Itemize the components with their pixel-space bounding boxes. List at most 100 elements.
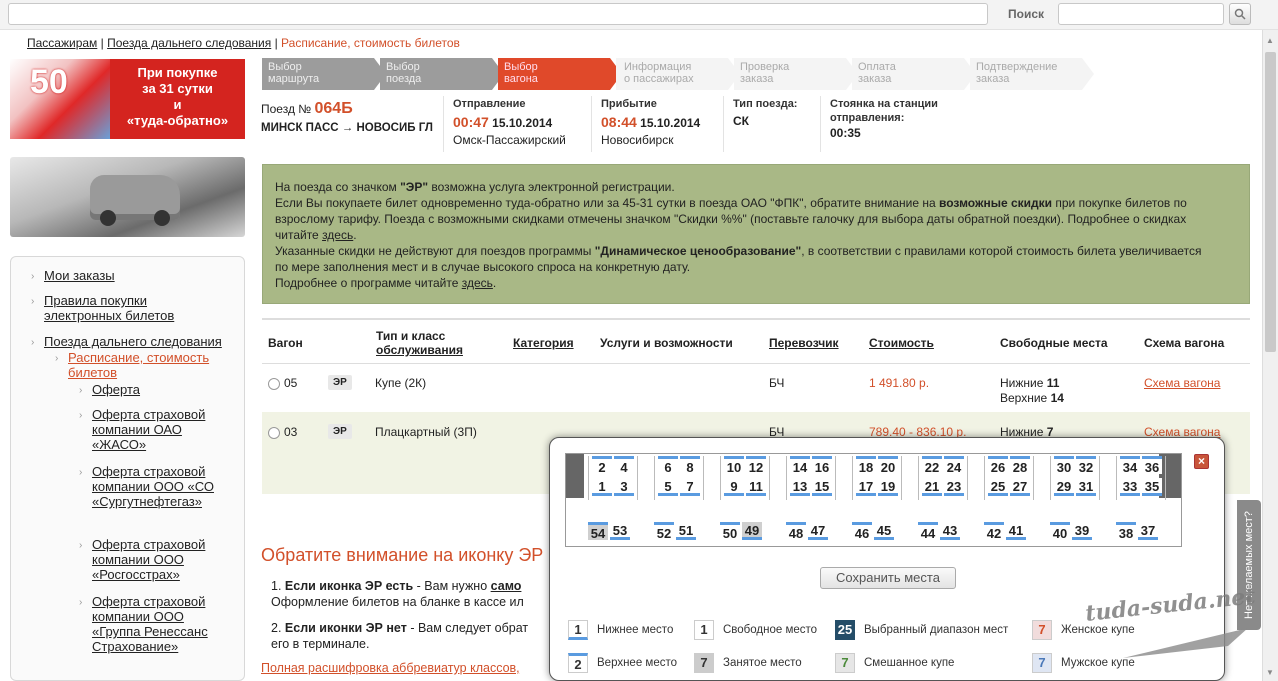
discount-details-link[interactable]: здесь	[322, 228, 353, 242]
seat[interactable]: 13	[790, 478, 810, 496]
seat[interactable]: 44	[918, 522, 938, 541]
step-train[interactable]: Выбор поезда	[380, 58, 504, 90]
seat[interactable]: 10	[724, 456, 744, 475]
scroll-up-icon[interactable]: ▲	[1266, 36, 1274, 45]
seat[interactable]: 18	[856, 456, 876, 475]
seat[interactable]: 11	[746, 478, 766, 496]
abbreviations-link[interactable]: Полная расшифровка аббревиатур классов,	[261, 661, 520, 675]
seat[interactable]: 39	[1072, 522, 1092, 540]
seat[interactable]: 4	[614, 456, 634, 475]
seat[interactable]: 24	[944, 456, 964, 475]
side-compartment: 54 53	[588, 522, 638, 544]
seat[interactable]: 15	[812, 478, 832, 496]
seat[interactable]: 16	[812, 456, 832, 475]
seat[interactable]: 40	[1050, 522, 1070, 541]
seat[interactable]: 34	[1120, 456, 1140, 475]
nav-long-distance[interactable]: › Поезда дальнего следования	[31, 334, 239, 349]
scrollbar-thumb[interactable]	[1265, 52, 1276, 352]
seat[interactable]: 12	[746, 456, 766, 475]
breadcrumb-long-distance[interactable]: Поезда дальнего следования	[107, 36, 271, 50]
seat[interactable]: 5	[658, 478, 678, 496]
seat[interactable]: 20	[878, 456, 898, 475]
seat[interactable]: 36	[1142, 456, 1162, 475]
seat[interactable]: 19	[878, 478, 898, 496]
seat[interactable]: 29	[1054, 478, 1074, 496]
nav-label[interactable]: Оферта страховой компании ООО «Росгосстр…	[92, 537, 205, 582]
seat[interactable]: 27	[1010, 478, 1030, 496]
col-class[interactable]: Тип и класс обслуживания	[376, 320, 463, 366]
seat[interactable]: 32	[1076, 456, 1096, 475]
address-input[interactable]	[8, 3, 988, 25]
seat[interactable]: 26	[988, 456, 1008, 475]
seat[interactable]: 38	[1116, 522, 1136, 541]
seat[interactable]: 35	[1142, 478, 1162, 496]
seat[interactable]: 8	[680, 456, 700, 475]
nav-label[interactable]: Оферта страховой компании ООО «Группа Ре…	[92, 594, 208, 654]
seat[interactable]: 14	[790, 456, 810, 475]
seat[interactable]: 17	[856, 478, 876, 496]
scroll-down-icon[interactable]: ▼	[1266, 668, 1274, 677]
nav-offer[interactable]: › Оферта	[79, 382, 140, 397]
nav-label[interactable]: Оферта страховой компании ООО «СО «Сургу…	[92, 464, 214, 509]
seat[interactable]: 7	[680, 478, 700, 496]
seat[interactable]: 25	[988, 478, 1008, 496]
seat[interactable]: 23	[944, 478, 964, 496]
search-button[interactable]	[1229, 3, 1251, 25]
car-banner[interactable]	[10, 157, 245, 237]
seat[interactable]: 3	[614, 478, 634, 496]
seat[interactable]: 2	[592, 456, 612, 475]
nav-label[interactable]: Мои заказы	[44, 268, 115, 283]
seat[interactable]: 22	[922, 456, 942, 475]
seat[interactable]: 54	[588, 522, 608, 541]
search-input[interactable]	[1058, 3, 1224, 25]
seat[interactable]: 49	[742, 522, 762, 540]
nav-label[interactable]: Правила покупки электронных билетов	[44, 293, 174, 323]
seat[interactable]: 41	[1006, 522, 1026, 540]
seat[interactable]: 21	[922, 478, 942, 496]
seat[interactable]: 47	[808, 522, 828, 540]
nav-schedule[interactable]: › Расписание, стоимость билетов	[55, 350, 228, 380]
nav-offer-rosgosstrakh[interactable]: › Оферта страховой компании ООО «Росгосст…	[79, 537, 220, 582]
seat[interactable]: 53	[610, 522, 630, 540]
wagon-select-radio[interactable]: 03	[268, 425, 297, 439]
seat[interactable]: 33	[1120, 478, 1140, 496]
seat[interactable]: 52	[654, 522, 674, 541]
nav-offer-jaso[interactable]: › Оферта страховой компании ОАО «ЖАСО»	[79, 407, 220, 452]
save-seats-button[interactable]: Сохранить места	[820, 567, 956, 589]
seat[interactable]: 28	[1010, 456, 1030, 475]
page-scrollbar[interactable]: ▲ ▼	[1262, 30, 1278, 681]
schema-link[interactable]: Схема вагона	[1144, 376, 1220, 390]
breadcrumb-passengers[interactable]: Пассажирам	[27, 36, 97, 50]
seat[interactable]: 1	[592, 478, 612, 496]
col-carrier[interactable]: Перевозчик	[769, 320, 839, 366]
nav-offer-renaissance[interactable]: › Оферта страховой компании ООО «Группа Р…	[79, 594, 220, 654]
promo-banner[interactable]: 50 При покупке за 31 сутки и «туда-обрат…	[10, 59, 245, 139]
col-price[interactable]: Стоимость	[869, 320, 934, 366]
step-label: заказа	[976, 73, 1010, 85]
seat[interactable]: 9	[724, 478, 744, 496]
nav-label[interactable]: Поезда дальнего следования	[44, 334, 222, 349]
seat[interactable]: 42	[984, 522, 1004, 541]
nav-my-orders[interactable]: › Мои заказы	[31, 268, 115, 283]
seat[interactable]: 46	[852, 522, 872, 541]
nav-purchase-rules[interactable]: › Правила покупки электронных билетов	[31, 293, 214, 323]
step-route[interactable]: Выбор маршрута	[262, 58, 386, 90]
seat[interactable]: 6	[658, 456, 678, 475]
seat[interactable]: 48	[786, 522, 806, 541]
close-icon[interactable]: ×	[1194, 454, 1209, 469]
program-details-link[interactable]: здесь	[462, 276, 493, 290]
seat[interactable]: 45	[874, 522, 894, 540]
seat[interactable]: 43	[940, 522, 960, 540]
seat[interactable]: 30	[1054, 456, 1074, 475]
nav-offer-surgut[interactable]: › Оферта страховой компании ООО «СО «Сург…	[79, 464, 220, 509]
nav-label[interactable]: Оферта страховой компании ОАО «ЖАСО»	[92, 407, 205, 452]
seat[interactable]: 50	[720, 522, 740, 541]
seat[interactable]: 51	[676, 522, 696, 540]
table-row[interactable]: 05 ЭР Купе (2К) БЧ 1 491.80 р. Нижние 11…	[262, 364, 1250, 412]
nav-label[interactable]: Оферта	[92, 382, 140, 397]
col-category[interactable]: Категория	[513, 320, 574, 366]
seat[interactable]: 37	[1138, 522, 1158, 540]
seat[interactable]: 31	[1076, 478, 1096, 496]
wagon-select-radio[interactable]: 05	[268, 376, 297, 390]
nav-label[interactable]: Расписание, стоимость билетов	[68, 350, 209, 380]
